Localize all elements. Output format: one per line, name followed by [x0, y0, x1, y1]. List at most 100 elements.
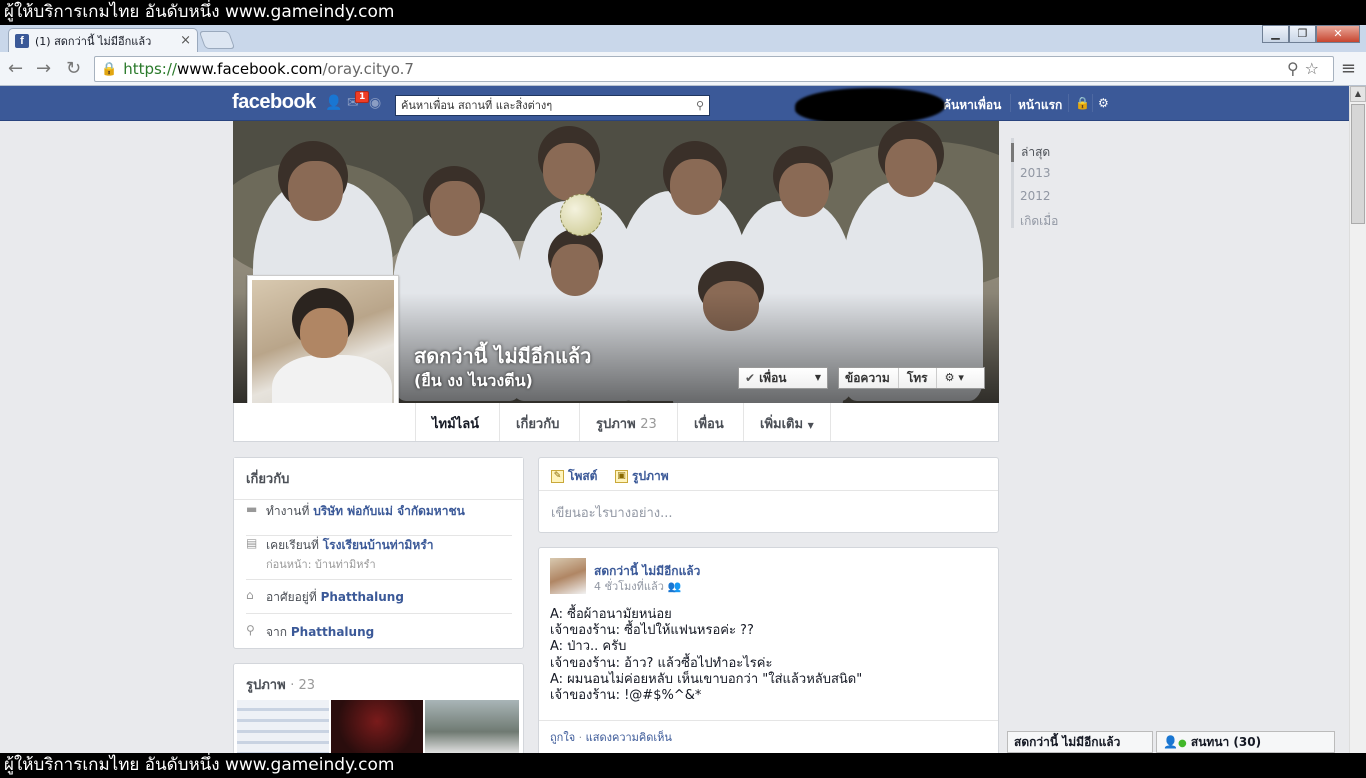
photo-icon: ▣	[615, 470, 628, 483]
scroll-thumb[interactable]	[1351, 104, 1365, 224]
tab-photos-count: 23	[640, 417, 657, 432]
forward-arrow-icon[interactable]: →	[36, 58, 51, 79]
from-link[interactable]: Phatthalung	[291, 625, 374, 639]
facebook-logo[interactable]: facebook	[232, 91, 316, 114]
call-button[interactable]: โทร	[907, 368, 928, 388]
browser-tab-title: (1) สดกว่านี้ ไม่มีอีกแล้ว	[35, 34, 152, 48]
maximize-button[interactable]: ❐	[1289, 25, 1316, 43]
takraw-ball	[560, 194, 602, 236]
post-actions: ถูกใจ · แสดงความคิดเห็น	[550, 731, 672, 744]
message-button[interactable]: ข้อความ	[845, 368, 890, 388]
tab-about[interactable]: เกี่ยวกับ	[499, 403, 575, 441]
photo-thumbnail[interactable]	[237, 700, 329, 753]
school-sub: ก่อนหน้า: บ้านท่ามิหรำ	[266, 558, 376, 571]
back-arrow-icon[interactable]: ←	[8, 58, 23, 79]
lives-prefix: อาศัยอยู่ที่	[266, 590, 317, 604]
find-friends-link[interactable]: ค้นหาเพื่อน	[943, 96, 1001, 115]
online-dot-icon: ●	[1177, 738, 1187, 749]
photo-thumbnail[interactable]	[331, 700, 423, 753]
redacted-user-name	[795, 88, 945, 124]
post-timestamp[interactable]: 4 ชั่วโมงที่แล้ว 👥	[594, 577, 681, 595]
new-tab-button[interactable]	[198, 31, 236, 49]
scroll-up-arrow-icon[interactable]: ▲	[1350, 86, 1366, 102]
search-placeholder: ค้นหาเพื่อน สถานที่ และสิ่งต่างๆ	[401, 99, 553, 112]
photos-title: รูปภาพ	[246, 678, 286, 693]
address-bar[interactable]: 🔒 https://www.facebook.com/oray.cityo.7 …	[94, 56, 1334, 82]
photos-card-title[interactable]: รูปภาพ · 23	[234, 664, 523, 705]
composer-input[interactable]: เขียนอะไรบางอย่าง...	[551, 502, 673, 523]
tab-friends[interactable]: เพื่อน	[677, 403, 740, 441]
chat-profile-tab[interactable]: สดกว่านี้ ไม่มีอีกแล้ว	[1007, 731, 1153, 753]
school-link[interactable]: โรงเรียนบ้านท่ามิหรำ	[323, 538, 434, 552]
work-link[interactable]: บริษัท พ่อกับแม่ จำกัดมหาชน	[313, 504, 465, 518]
timeline-year-2012[interactable]: 2012	[1020, 189, 1051, 203]
post-line: A: ป่าว.. ครับ	[550, 639, 627, 655]
friends-button[interactable]: ✔ เพื่อน ▼	[738, 367, 828, 389]
timeline-year-born[interactable]: เกิดเมื่อ	[1020, 212, 1058, 231]
checkmark-icon: ✔	[745, 371, 756, 385]
notifications-globe-icon[interactable]: ◉	[369, 95, 381, 111]
lives-link[interactable]: Phatthalung	[321, 590, 404, 604]
home-link[interactable]: หน้าแรก	[1018, 96, 1062, 115]
profile-tabs: ไทม์ไลน์ เกี่ยวกับ รูปภาพ 23 เพื่อน เพิ่…	[233, 403, 999, 442]
tab-friends-label: เพื่อน	[694, 417, 724, 432]
facebook-header: facebook 👤 ✉ 1 ◉ ค้นหาเพื่อน สถานที่ และ…	[0, 86, 1366, 121]
post-time-text: 4 ชั่วโมงที่แล้ว	[594, 580, 664, 593]
about-card-title[interactable]: เกี่ยวกับ	[234, 458, 523, 500]
nav-divider	[1068, 94, 1069, 112]
about-card: เกี่ยวกับ ▬ ทำงานที่ บริษัท พ่อกับแม่ จำ…	[233, 457, 524, 649]
post-line: เจ้าของร้าน: อ้าว? แล้วซื้อไปทำอะไรค่ะ	[550, 655, 773, 671]
chat-sidebar-tab[interactable]: 👤● สนทนา (30)	[1156, 731, 1335, 753]
lock-icon: 🔒	[101, 61, 118, 77]
browser-toolbar: ← → ↻ 🔒 https://www.facebook.com/oray.ci…	[0, 52, 1366, 86]
browser-tab-strip: f (1) สดกว่านี้ ไม่มีอีกแล้ว × ▁ ❐ ✕	[0, 25, 1366, 52]
tab-photos[interactable]: รูปภาพ 23	[579, 403, 673, 441]
like-link[interactable]: ถูกใจ	[550, 731, 575, 744]
zoom-star-icons[interactable]: ⚲☆	[1287, 59, 1325, 78]
timeline-year-recent[interactable]: ล่าสุด	[1011, 143, 1050, 162]
facebook-search-input[interactable]: ค้นหาเพื่อน สถานที่ และสิ่งต่างๆ ⚲	[395, 95, 710, 116]
settings-gear-icon[interactable]: ⚙	[1098, 96, 1109, 110]
from-prefix: จาก	[266, 625, 288, 639]
timeline-year-2013[interactable]: 2013	[1020, 166, 1051, 180]
post-line: A: ผมนอนไม่ค่อยหลับ เห็นเขาบอกว่า "ใส่แล…	[550, 671, 863, 687]
post-body: A: ซื้อผ้าอนามัยหน่อย เจ้าของร้าน: ซื้อไ…	[550, 607, 990, 704]
url-host: www.facebook.com	[176, 60, 323, 78]
gear-dropdown-icon[interactable]: ⚙ ▾	[945, 368, 964, 388]
about-from-row: ⚲ จาก Phatthalung	[246, 623, 512, 647]
browser-tab-active[interactable]: f (1) สดกว่านี้ ไม่มีอีกแล้ว ×	[8, 28, 198, 52]
about-lives-row: ⌂ อาศัยอยู่ที่ Phatthalung	[246, 588, 512, 614]
status-pencil-icon: ✎	[551, 470, 564, 483]
chevron-down-icon: ▼	[814, 373, 821, 382]
photo-thumbnail[interactable]	[425, 700, 519, 753]
tab-more-label: เพิ่มเติม	[760, 417, 804, 432]
page-scrollbar[interactable]: ▲	[1349, 86, 1366, 753]
reload-icon[interactable]: ↻	[66, 58, 81, 79]
post-author-avatar[interactable]	[550, 558, 586, 594]
tab-timeline[interactable]: ไทม์ไลน์	[415, 403, 495, 441]
composer-tab-post[interactable]: ✎ โพสต์	[551, 467, 597, 486]
composer-tab-photo[interactable]: ▣ รูปภาพ	[615, 467, 669, 486]
notification-badge: 1	[355, 91, 370, 103]
privacy-shortcuts-icon[interactable]: 🔒	[1075, 96, 1090, 110]
about-work-row: ▬ ทำงานที่ บริษัท พ่อกับแม่ จำกัดมหาชน	[246, 502, 512, 536]
search-icon[interactable]: ⚲	[696, 96, 704, 115]
url-scheme: https://	[123, 60, 177, 78]
tab-photos-label: รูปภาพ	[596, 417, 636, 432]
post-line: A: ซื้อผ้าอนามัยหน่อย	[550, 607, 672, 622]
tab-timeline-label: ไทม์ไลน์	[432, 417, 480, 432]
bottom-ad-banner: ผู้ให้บริการเกมไทย อันดับหนึ่ง www.gamei…	[0, 753, 1366, 778]
tab-close-icon[interactable]: ×	[180, 33, 191, 48]
about-school-row: ▤ เคยเรียนที่ โรงเรียนบ้านท่ามิหรำ ก่อนห…	[246, 536, 512, 580]
house-icon: ⌂	[246, 588, 254, 602]
minimize-button[interactable]: ▁	[1262, 25, 1289, 43]
tab-about-label: เกี่ยวกับ	[516, 417, 560, 432]
top-ad-banner: ผู้ให้บริการเกมไทย อันดับหนึ่ง www.gamei…	[0, 0, 1366, 25]
tab-more[interactable]: เพิ่มเติม ▼	[743, 403, 831, 441]
photos-count: 23	[298, 678, 316, 693]
friend-requests-icon[interactable]: 👤	[325, 95, 342, 111]
comment-link[interactable]: แสดงความคิดเห็น	[586, 731, 672, 744]
close-window-button[interactable]: ✕	[1316, 25, 1360, 43]
chevron-down-icon: ▼	[807, 421, 814, 430]
browser-menu-icon[interactable]: ≡	[1341, 58, 1356, 79]
